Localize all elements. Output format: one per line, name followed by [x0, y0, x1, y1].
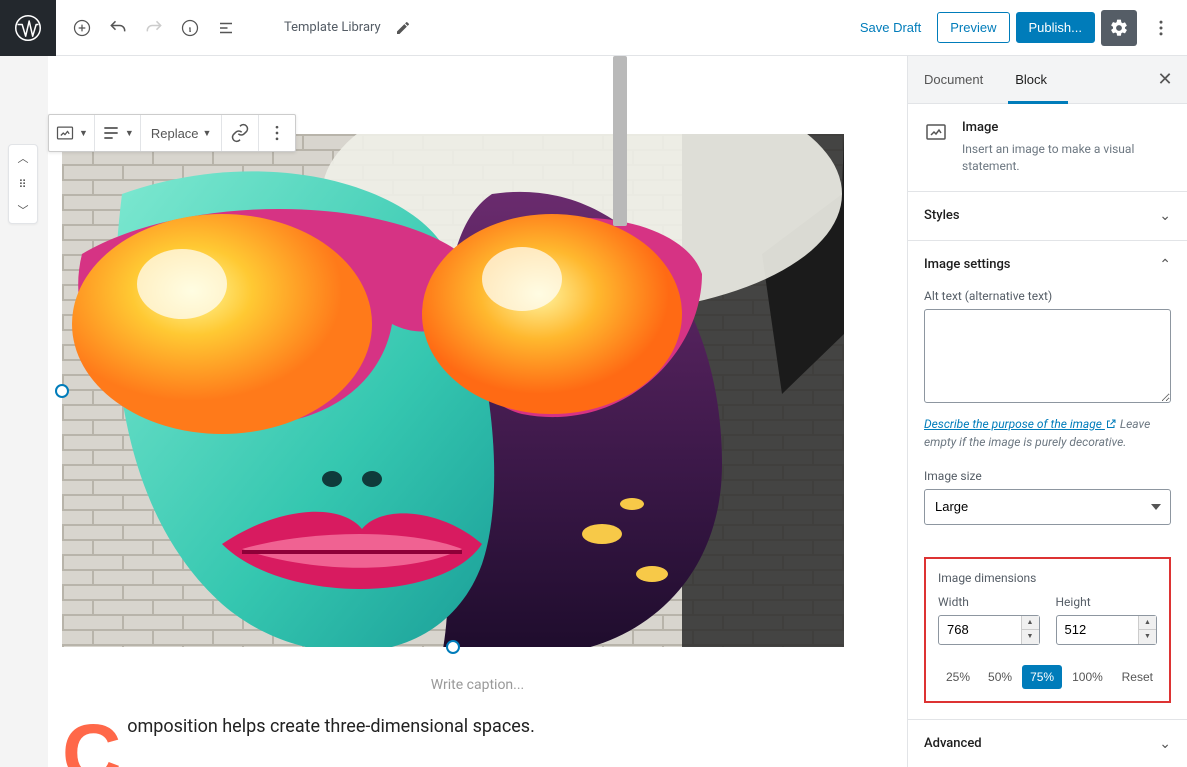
- block-title: Image: [962, 120, 1171, 135]
- save-draft-button[interactable]: Save Draft: [850, 12, 931, 43]
- panel-styles[interactable]: Styles ⌄: [908, 192, 1187, 240]
- image-dimensions-panel: Image dimensions Width ▲▼ Height ▲▼: [924, 557, 1171, 703]
- redo-button[interactable]: [136, 10, 172, 46]
- image-caption[interactable]: Write caption...: [48, 677, 907, 693]
- publish-button[interactable]: Publish...: [1016, 12, 1095, 43]
- panel-image-settings-label: Image settings: [924, 257, 1011, 272]
- size-pct-75[interactable]: 75%: [1022, 665, 1062, 689]
- mural-image: MARCØ MARCØ: [62, 134, 844, 647]
- image-icon: [924, 120, 948, 144]
- panel-styles-label: Styles: [924, 208, 960, 223]
- alt-help-link[interactable]: Describe the purpose of the image: [924, 417, 1117, 431]
- panel-image-settings[interactable]: Image settings ⌃: [908, 241, 1187, 289]
- add-block-button[interactable]: [64, 10, 100, 46]
- size-pct-100[interactable]: 100%: [1064, 665, 1111, 689]
- editor-canvas[interactable]: MARCØ MARCØ Write caption... C ompositio…: [48, 56, 907, 767]
- block-summary: Image Insert an image to make a visual s…: [908, 104, 1187, 191]
- alt-text-label: Alt text (alternative text): [924, 289, 1171, 303]
- replace-label: Replace: [151, 126, 199, 141]
- tab-document[interactable]: Document: [908, 56, 999, 104]
- outline-button[interactable]: [208, 10, 244, 46]
- dropcap: C: [62, 721, 121, 767]
- image-size-label: Image size: [924, 469, 1171, 483]
- image-block[interactable]: MARCØ MARCØ: [62, 134, 844, 647]
- width-step-down[interactable]: ▼: [1021, 630, 1039, 644]
- sidebar-tabs: Document Block ✕: [908, 56, 1187, 104]
- drag-handle[interactable]: ⠿: [9, 171, 37, 197]
- tab-block[interactable]: Block: [999, 56, 1063, 104]
- editor-canvas-area: ▼ ▼ Replace ▼ ︿ ⠿ ﹀: [0, 56, 907, 767]
- resize-handle-bottom[interactable]: [446, 640, 460, 654]
- edit-title-icon[interactable]: [393, 18, 413, 38]
- reset-dimensions-button[interactable]: Reset: [1118, 665, 1157, 689]
- resize-handle-left[interactable]: [55, 384, 69, 398]
- settings-sidebar: Document Block ✕ Image Insert an image t…: [907, 56, 1187, 767]
- document-title: Template Library: [284, 20, 381, 35]
- undo-button[interactable]: [100, 10, 136, 46]
- size-pct-25[interactable]: 25%: [938, 665, 978, 689]
- size-pct-50[interactable]: 50%: [980, 665, 1020, 689]
- more-options-button[interactable]: [1143, 10, 1179, 46]
- wordpress-logo[interactable]: [0, 0, 56, 56]
- height-step-down[interactable]: ▼: [1138, 630, 1156, 644]
- preview-button[interactable]: Preview: [937, 12, 1009, 43]
- settings-button[interactable]: [1101, 10, 1137, 46]
- link-button[interactable]: [222, 115, 258, 151]
- chevron-up-icon: ⌃: [1159, 257, 1171, 273]
- move-up-button[interactable]: ︿: [9, 145, 37, 171]
- top-toolbar: Template Library Save Draft Preview Publ…: [0, 0, 1187, 56]
- width-step-up[interactable]: ▲: [1021, 616, 1039, 631]
- height-step-up[interactable]: ▲: [1138, 616, 1156, 631]
- block-more-button[interactable]: [259, 115, 295, 151]
- image-size-select[interactable]: Large: [924, 489, 1171, 525]
- close-sidebar-button[interactable]: ✕: [1143, 56, 1187, 104]
- align-button[interactable]: ▼: [95, 115, 140, 151]
- block-type-button[interactable]: ▼: [49, 115, 94, 151]
- panel-advanced-label: Advanced: [924, 736, 982, 751]
- block-description: Insert an image to make a visual stateme…: [962, 141, 1171, 175]
- editor-scrollbar[interactable]: [613, 56, 627, 226]
- alt-help-link-text: Describe the purpose of the image: [924, 417, 1102, 431]
- block-toolbar: ▼ ▼ Replace ▼: [48, 114, 296, 152]
- height-label: Height: [1056, 595, 1158, 609]
- dimensions-label: Image dimensions: [938, 571, 1157, 585]
- panel-advanced[interactable]: Advanced ⌄: [908, 720, 1187, 767]
- alt-text-input[interactable]: [924, 309, 1171, 403]
- block-mover: ︿ ⠿ ﹀: [8, 144, 38, 224]
- move-down-button[interactable]: ﹀: [9, 197, 37, 223]
- paragraph-1[interactable]: omposition helps create three-dimensiona…: [127, 716, 535, 737]
- replace-button[interactable]: Replace ▼: [141, 115, 222, 151]
- chevron-down-icon: ⌄: [1159, 736, 1171, 752]
- info-button[interactable]: [172, 10, 208, 46]
- width-label: Width: [938, 595, 1040, 609]
- chevron-down-icon: ⌄: [1159, 208, 1171, 224]
